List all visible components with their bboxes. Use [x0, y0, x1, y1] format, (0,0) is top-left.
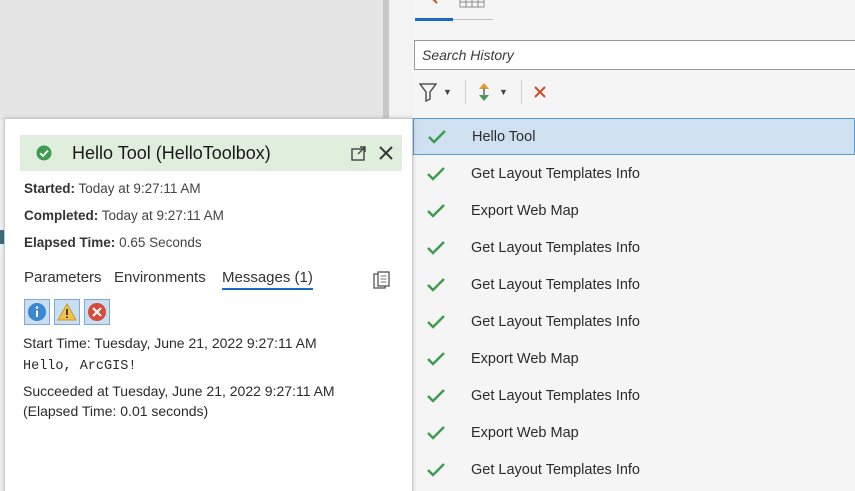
info-icon: [28, 303, 46, 321]
info-filter-toggle[interactable]: [24, 299, 50, 325]
tool-details-popup: Hello Tool (HelloToolbox) Started: Today…: [4, 118, 413, 491]
error-filter-toggle[interactable]: [84, 299, 110, 325]
message-line: (Elapsed Time: 0.01 seconds): [23, 403, 209, 419]
history-item[interactable]: Export Web Map: [413, 340, 855, 377]
history-item[interactable]: Export Web Map: [413, 192, 855, 229]
history-item[interactable]: Get Layout Templates Info: [413, 303, 855, 340]
pane-tab-row: [413, 0, 855, 24]
history-toolbar: ▼ ▼: [413, 76, 855, 108]
completed-label: Completed:: [24, 208, 99, 223]
completed-value: Today at 9:27:11 AM: [101, 208, 224, 223]
started-row: Started: Today at 9:27:11 AM: [24, 181, 201, 196]
search-history-input[interactable]: Search History: [414, 40, 855, 70]
history-item-label: Export Web Map: [471, 202, 579, 219]
elapsed-row: Elapsed Time: 0.65 Seconds: [24, 235, 202, 250]
message-line: Succeeded at Tuesday, June 21, 2022 9:27…: [23, 383, 335, 399]
checkmark-icon: [427, 462, 445, 477]
history-item-label: Get Layout Templates Info: [471, 387, 641, 404]
chevron-down-icon: ▼: [499, 87, 508, 97]
warning-icon: [57, 302, 77, 321]
completed-row: Completed: Today at 9:27:11 AM: [24, 208, 224, 223]
history-item-label: Get Layout Templates Info: [471, 313, 641, 330]
elapsed-value: 0.65 Seconds: [119, 235, 202, 250]
toolbar-divider: [465, 80, 466, 104]
clear-history-button[interactable]: [533, 78, 547, 106]
history-list: Hello Tool Get Layout Templates Info Exp…: [413, 118, 855, 488]
chevron-down-icon: ▼: [443, 87, 452, 97]
warning-filter-toggle[interactable]: [54, 299, 80, 325]
history-item[interactable]: Get Layout Templates Info: [413, 155, 855, 192]
sort-icon: [479, 83, 489, 101]
popup-title: Hello Tool (HelloToolbox): [72, 143, 271, 163]
edit-icon[interactable]: [425, 0, 443, 8]
history-item-label: Get Layout Templates Info: [471, 276, 641, 293]
history-item-label: Hello Tool: [472, 128, 536, 145]
checkmark-icon: [427, 203, 445, 218]
checkmark-icon: [427, 314, 445, 329]
checkmark-icon: [427, 277, 445, 292]
filter-icon: [419, 83, 437, 102]
sort-button[interactable]: ▼: [475, 78, 508, 106]
history-item-label: Get Layout Templates Info: [471, 461, 641, 478]
history-item-label: Get Layout Templates Info: [471, 165, 641, 182]
copy-icon[interactable]: [373, 271, 391, 291]
history-item[interactable]: Get Layout Templates Info: [413, 266, 855, 303]
tab-parameters[interactable]: Parameters: [24, 269, 102, 286]
tab-environments[interactable]: Environments: [114, 269, 206, 286]
open-external-icon[interactable]: [351, 146, 367, 161]
started-label: Started:: [24, 181, 76, 196]
history-item[interactable]: Hello Tool: [413, 118, 855, 155]
message-line: Hello, ArcGIS!: [23, 359, 137, 374]
checkmark-icon: [427, 351, 445, 366]
started-value: Today at 9:27:11 AM: [78, 181, 201, 196]
error-icon: [88, 303, 106, 321]
close-icon: [534, 86, 546, 98]
history-item[interactable]: Export Web Map: [413, 414, 855, 451]
history-item-label: Get Layout Templates Info: [471, 239, 641, 256]
history-item[interactable]: Get Layout Templates Info: [413, 229, 855, 266]
close-icon[interactable]: [379, 146, 393, 160]
message-line: Start Time: Tuesday, June 21, 2022 9:27:…: [23, 335, 317, 351]
elapsed-label: Elapsed Time:: [24, 235, 116, 250]
checkmark-icon: [427, 425, 445, 440]
checkmark-icon: [427, 166, 445, 181]
popup-header: Hello Tool (HelloToolbox): [20, 135, 402, 171]
tab-messages[interactable]: Messages (1): [222, 269, 313, 290]
history-item[interactable]: Get Layout Templates Info: [413, 451, 855, 488]
success-icon: [36, 145, 52, 161]
active-tab-indicator: [415, 18, 453, 21]
toolbar-divider: [521, 80, 522, 104]
table-icon[interactable]: [459, 0, 485, 8]
history-pane: Search History ▼ ▼ Hello Tool Get Layout…: [413, 0, 855, 491]
checkmark-icon: [427, 240, 445, 255]
inactive-tab-indicator: [453, 19, 493, 20]
history-item-label: Export Web Map: [471, 424, 579, 441]
history-item[interactable]: Get Layout Templates Info: [413, 377, 855, 414]
filter-button[interactable]: ▼: [419, 78, 452, 106]
checkmark-icon: [427, 388, 445, 403]
history-item-label: Export Web Map: [471, 350, 579, 367]
checkmark-icon: [428, 129, 446, 144]
